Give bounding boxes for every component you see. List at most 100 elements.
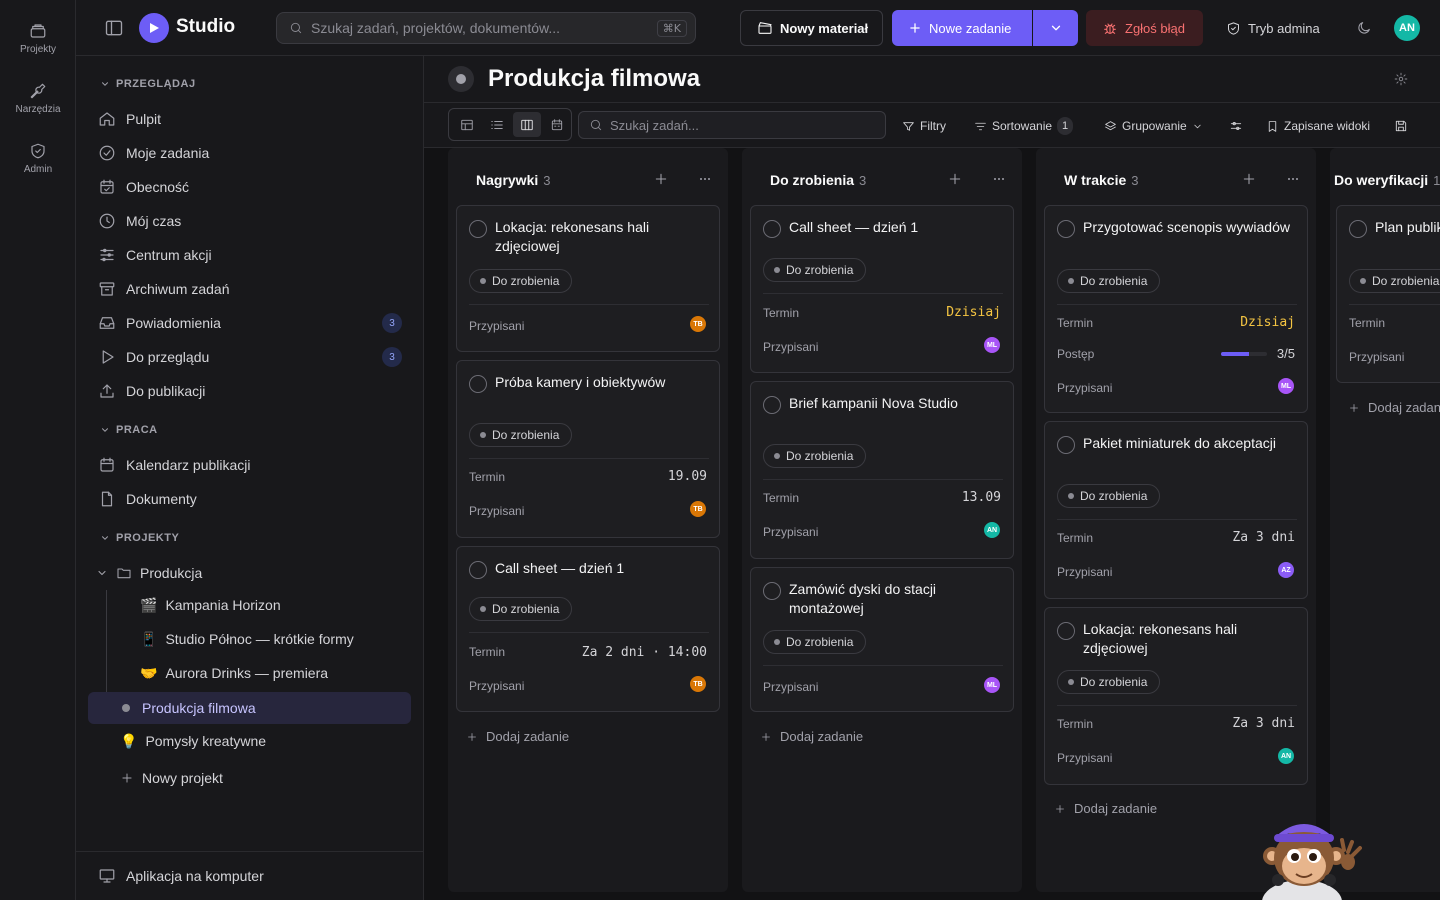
- sidebar-item-review[interactable]: Do przeglądu 3: [98, 342, 408, 372]
- avatar[interactable]: TB: [689, 500, 707, 518]
- column-more-button[interactable]: [991, 171, 1007, 187]
- top-header: Studio ⌘K Nowy materiał Nowe zadanie Zgł…: [76, 0, 1440, 56]
- task-card[interactable]: Brief kampanii Nova Studio Do zrobienia …: [750, 381, 1014, 559]
- sidebar-item-attendance[interactable]: Obecność: [98, 172, 408, 202]
- plus-icon: [910, 23, 920, 33]
- view-list-button[interactable]: [483, 112, 511, 137]
- task-search[interactable]: [578, 111, 886, 139]
- task-card[interactable]: Przygotować scenopis wywiadów Do zrobien…: [1044, 205, 1308, 413]
- column-more-button[interactable]: [697, 171, 713, 187]
- column-title: Nagrywki: [476, 172, 539, 188]
- project-item-ideas[interactable]: 💡 Pomysły kreatywne: [120, 726, 266, 756]
- avatar[interactable]: ML: [1277, 377, 1295, 395]
- project-item-studio-polnoc[interactable]: 📱 Studio Północ — krótkie formy: [140, 624, 354, 654]
- task-card[interactable]: Plan publikacji materiałów Do zrobienia …: [1336, 205, 1440, 383]
- task-card[interactable]: Lokacja: rekonesans hali zdjęciowej Do z…: [1044, 607, 1308, 785]
- theme-toggle[interactable]: [1356, 20, 1372, 36]
- section-work-toggle[interactable]: PRACA: [100, 424, 158, 436]
- task-checkbox[interactable]: [1057, 220, 1075, 238]
- sidebar-item-my-tasks[interactable]: Moje zadania: [98, 138, 408, 168]
- column-add-button[interactable]: [1241, 171, 1257, 187]
- task-checkbox[interactable]: [1057, 436, 1075, 454]
- add-task-button[interactable]: Dodaj zadanie: [1348, 400, 1440, 415]
- rail-admin[interactable]: Admin: [0, 142, 76, 175]
- new-task-button[interactable]: Nowe zadanie: [892, 10, 1032, 46]
- grouping-button[interactable]: Grupowanie: [1104, 115, 1203, 137]
- project-item-kampania-horizon[interactable]: 🎬 Kampania Horizon: [140, 590, 281, 620]
- sidebar-item-to-publish[interactable]: Do publikacji: [98, 376, 408, 406]
- avatar[interactable]: ML: [983, 676, 1001, 694]
- column-add-button[interactable]: [947, 171, 963, 187]
- monkey-mascot-image[interactable]: [1252, 812, 1362, 900]
- new-task-dropdown[interactable]: [1033, 10, 1078, 46]
- task-title: Lokacja: rekonesans hali zdjęciowej: [1083, 621, 1238, 656]
- sidebar: PRZEGLĄDAJ Pulpit Moje zadania Obecność …: [76, 56, 424, 900]
- shield-icon: [31, 143, 45, 159]
- task-checkbox[interactable]: [1057, 622, 1075, 640]
- view-table-button[interactable]: [453, 112, 481, 137]
- avatar[interactable]: AN: [1277, 747, 1295, 765]
- task-card[interactable]: Pakiet miniaturek do akceptacji Do zrobi…: [1044, 421, 1308, 599]
- desktop-app-link[interactable]: Aplikacja na komputer: [98, 861, 408, 891]
- column-more-button[interactable]: [1285, 171, 1301, 187]
- task-checkbox[interactable]: [469, 561, 487, 579]
- sidebar-item-archive[interactable]: Archiwum zadań: [98, 274, 408, 304]
- rail-projects[interactable]: Projekty: [0, 22, 76, 55]
- view-calendar-button[interactable]: [543, 112, 571, 137]
- divider: [469, 458, 709, 459]
- avatar[interactable]: ML: [983, 336, 1001, 354]
- report-bug-button[interactable]: Zgłoś błąd: [1086, 10, 1203, 46]
- add-task-button[interactable]: Dodaj zadanie: [760, 729, 863, 744]
- global-search-input[interactable]: [311, 20, 641, 36]
- task-title: Przygotować scenopis wywiadów: [1083, 219, 1290, 235]
- sidebar-toggle-button[interactable]: [104, 18, 124, 38]
- saved-views-button[interactable]: Zapisane widoki: [1266, 115, 1370, 137]
- task-checkbox[interactable]: [763, 396, 781, 414]
- sidebar-item-notifications[interactable]: Powiadomienia 3: [98, 308, 408, 338]
- rail-tools[interactable]: Narzędzia: [0, 82, 76, 115]
- sidebar-item-action-center[interactable]: Centrum akcji: [98, 240, 408, 270]
- avatar[interactable]: TB: [689, 315, 707, 333]
- task-checkbox[interactable]: [763, 582, 781, 600]
- view-board-button[interactable]: [513, 112, 541, 137]
- add-task-button[interactable]: Dodaj zadanie: [1054, 801, 1157, 816]
- user-avatar[interactable]: AN: [1394, 15, 1420, 41]
- layers-icon: [1105, 120, 1116, 130]
- avatar[interactable]: AZ: [1277, 561, 1295, 579]
- avatar[interactable]: TB: [689, 675, 707, 693]
- column-add-button[interactable]: [653, 171, 669, 187]
- section-browse-toggle[interactable]: PRZEGLĄDAJ: [100, 78, 196, 90]
- task-search-input[interactable]: [610, 117, 870, 133]
- avatar[interactable]: AN: [983, 521, 1001, 539]
- filters-button[interactable]: Filtry: [902, 115, 946, 137]
- task-checkbox[interactable]: [469, 375, 487, 393]
- task-card[interactable]: Call sheet — dzień 1 Do zrobienia Termin…: [750, 205, 1014, 373]
- project-status-icon[interactable]: [448, 66, 474, 92]
- sort-button[interactable]: Sortowanie 1: [974, 115, 1074, 137]
- new-material-button[interactable]: Nowy materiał: [740, 10, 883, 46]
- admin-mode-button[interactable]: Tryb admina: [1226, 10, 1336, 46]
- global-search[interactable]: ⌘K: [276, 12, 696, 44]
- add-task-button[interactable]: Dodaj zadanie: [466, 729, 569, 744]
- save-view-button[interactable]: [1394, 115, 1408, 137]
- project-settings-button[interactable]: [1394, 72, 1408, 86]
- task-card[interactable]: Próba kamery i obiektywów Do zrobienia T…: [456, 360, 720, 538]
- task-card[interactable]: Call sheet — dzień 1 Do zrobienia Termin…: [456, 546, 720, 712]
- project-item-aurora-drinks[interactable]: 🤝 Aurora Drinks — premiera: [140, 658, 328, 688]
- sidebar-item-documents[interactable]: Dokumenty: [98, 484, 408, 514]
- project-item-produkcja-filmowa[interactable]: Produkcja filmowa: [122, 693, 256, 723]
- section-projects-toggle[interactable]: PROJEKTY: [100, 532, 179, 544]
- sidebar-item-pulpit[interactable]: Pulpit: [98, 104, 408, 134]
- sidebar-item-my-time[interactable]: Mój czas: [98, 206, 408, 236]
- task-checkbox[interactable]: [469, 220, 487, 238]
- sidebar-item-publish-calendar[interactable]: Kalendarz publikacji: [98, 450, 408, 480]
- task-card[interactable]: Lokacja: rekonesans hali zdjęciowej Do z…: [456, 205, 720, 352]
- new-project-button[interactable]: Nowy projekt: [120, 763, 223, 793]
- task-title: Brief kampanii Nova Studio: [789, 395, 958, 411]
- more-horizontal-icon: [700, 178, 710, 180]
- view-options-button[interactable]: [1229, 115, 1243, 137]
- task-checkbox[interactable]: [763, 220, 781, 238]
- project-group-produkcja[interactable]: Produkcja: [96, 558, 202, 588]
- task-card[interactable]: Zamówić dyski do stacji montażowej Do zr…: [750, 567, 1014, 712]
- task-checkbox[interactable]: [1349, 220, 1367, 238]
